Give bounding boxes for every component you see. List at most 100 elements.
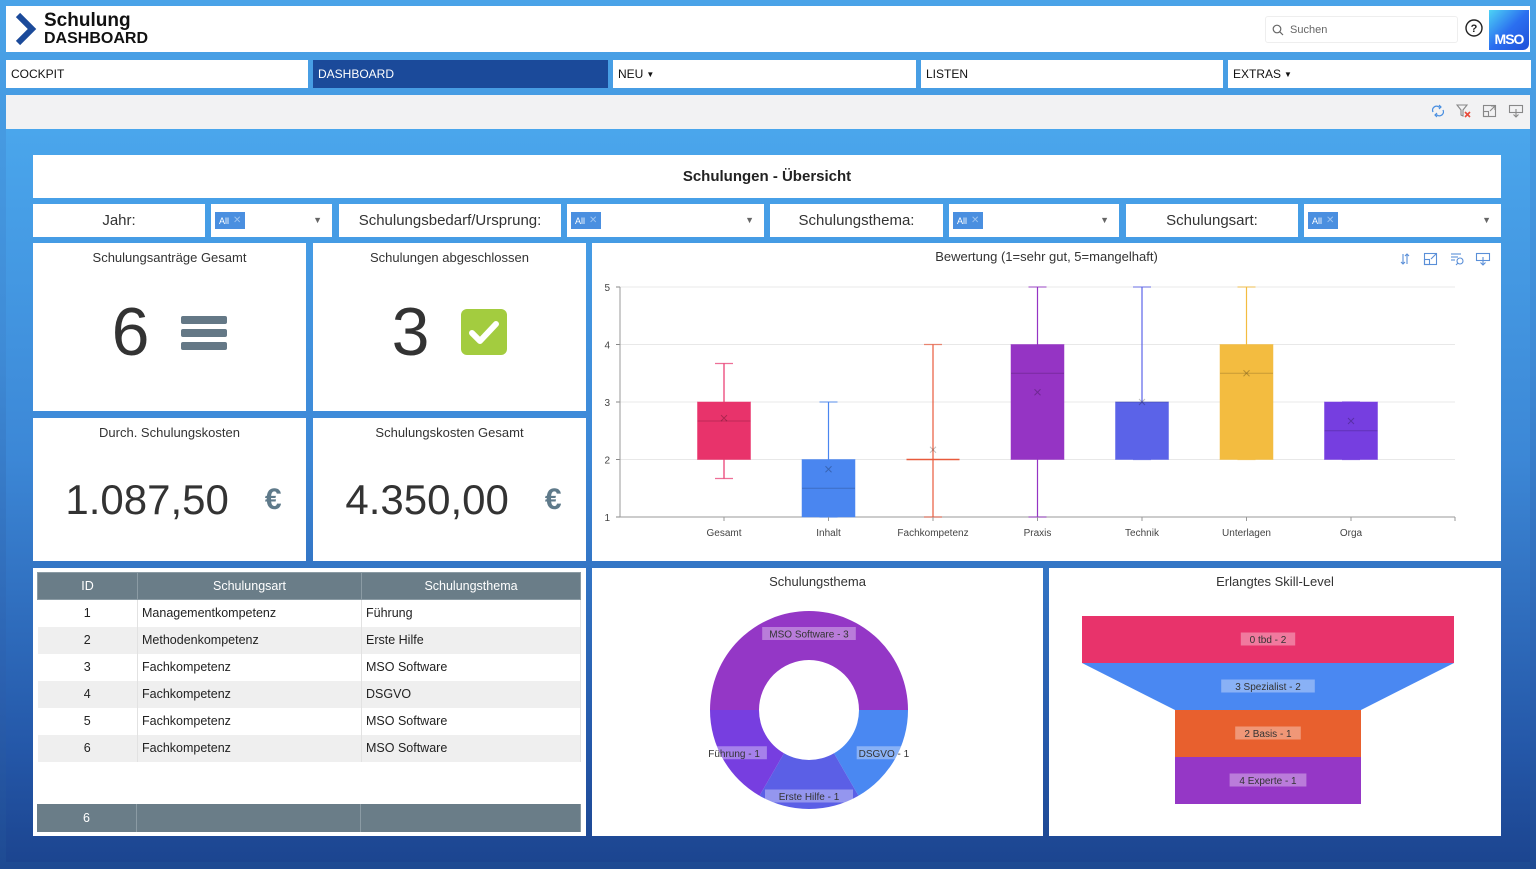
cell-schulungsart: Fachkompetenz	[137, 653, 362, 681]
refresh-icon[interactable]	[1430, 103, 1446, 119]
remove-chip-icon[interactable]: ✕	[1326, 215, 1334, 226]
column-header-schulungsthema[interactable]: Schulungsthema	[361, 572, 581, 600]
x-tick-label: Technik	[1125, 528, 1160, 539]
app-subtitle: DASHBOARD	[44, 29, 148, 47]
filter-jahr-select[interactable]: All ✕ ▼	[211, 204, 332, 237]
box-iqr	[1010, 344, 1065, 460]
export-icon[interactable]	[1508, 103, 1524, 119]
kpi-title: Schulungsanträge Gesamt	[92, 250, 247, 265]
list-icon	[181, 316, 228, 350]
x-tick-label: Gesamt	[706, 528, 741, 539]
x-tick-label: Inhalt	[816, 528, 841, 539]
euro-icon: €	[544, 483, 562, 516]
kpi-value: 4.350,00	[345, 476, 509, 523]
nav-label: COCKPIT	[11, 67, 65, 81]
remove-chip-icon[interactable]: ✕	[589, 215, 597, 226]
filter-schulungsart-select[interactable]: All ✕ ▼	[1304, 204, 1501, 237]
box-inhalt[interactable]	[801, 401, 856, 518]
table-row[interactable]: 1 Managementkompetenz Führung	[37, 599, 581, 627]
box-praxis[interactable]	[1010, 286, 1065, 518]
nav-label: DASHBOARD	[318, 67, 395, 81]
box-fachkompetenz[interactable]	[906, 343, 960, 518]
kpi-value: 1.087,50	[65, 476, 229, 523]
main-nav: COCKPIT DASHBOARD NEU ▼ LISTEN EXTRAS ▼	[6, 60, 1531, 88]
cell-schulungsthema: MSO Software	[361, 734, 581, 762]
boxplot-chart: 1 2 3 4 5 Gesamt Inhalt Fachkompetenz Praxis Tech…	[604, 283, 1456, 539]
dropdown-arrow-icon[interactable]: ▼	[1482, 215, 1491, 225]
table-footer: 6	[37, 804, 581, 832]
table-row[interactable]: 2 Methodenkompetenz Erste Hilfe	[37, 626, 581, 654]
app-title: Schulung	[44, 9, 131, 31]
filter-label-schulungsthema: Schulungsthema:	[770, 204, 943, 237]
y-tick-label: 2	[604, 456, 610, 467]
clear-filter-icon[interactable]	[1456, 103, 1472, 119]
slice-label: DSGVO - 1	[859, 749, 910, 760]
stage-label: 3 Spezialist - 2	[1235, 682, 1301, 693]
nav-item-extras[interactable]: EXTRAS ▼	[1228, 60, 1531, 88]
x-tick-label: Praxis	[1024, 528, 1052, 539]
funnel-chart: 0 tbd - 2 3 Spezialist - 2 2 Basis - 1 4 Ex…	[1082, 616, 1454, 804]
box-technik[interactable]	[1115, 286, 1169, 461]
table-row[interactable]: 3 Fachkompetenz MSO Software	[37, 653, 581, 681]
footer-cell	[361, 804, 581, 832]
y-tick-label: 1	[604, 513, 610, 524]
table-row[interactable]: 6 Fachkompetenz MSO Software	[37, 734, 581, 762]
filter-label-schulungsart: Schulungsart:	[1126, 204, 1298, 237]
app-header: Schulung DASHBOARD Suchen ? MSO	[6, 6, 1530, 52]
column-header-schulungsart[interactable]: Schulungsart	[137, 572, 362, 600]
dropdown-arrow-icon[interactable]: ▼	[313, 215, 322, 225]
nav-item-cockpit[interactable]: COCKPIT	[6, 60, 308, 88]
x-tick-label: Orga	[1340, 528, 1363, 539]
nav-label: EXTRAS	[1233, 67, 1282, 81]
schulungen-table: ID Schulungsart Schulungsthema 1 Manageme…	[37, 572, 581, 762]
expand-icon[interactable]	[1482, 103, 1498, 119]
remove-chip-icon[interactable]: ✕	[971, 215, 979, 226]
cell-schulungsart: Managementkompetenz	[137, 599, 362, 627]
dropdown-arrow-icon[interactable]: ▼	[1100, 215, 1109, 225]
x-tick-label: Fachkompetenz	[897, 528, 968, 539]
stage-label: 2 Basis - 1	[1244, 729, 1292, 740]
kpi-title: Durch. Schulungskosten	[99, 425, 240, 440]
chip-label: All	[1312, 215, 1323, 226]
nav-item-listen[interactable]: LISTEN	[921, 60, 1223, 88]
box-orga[interactable]	[1324, 401, 1378, 461]
filter-schulungsthema-select[interactable]: All ✕ ▼	[949, 204, 1119, 237]
y-tick-label: 4	[604, 341, 610, 352]
cell-id: 1	[37, 599, 138, 627]
kpi-schulungen-abgeschlossen: Schulungen abgeschlossen 3	[313, 243, 586, 411]
donut-slice-mso-software[interactable]	[710, 611, 908, 710]
cell-schulungsthema: DSGVO	[361, 680, 581, 708]
box-unterlagen[interactable]	[1219, 286, 1274, 461]
filter-chip: All ✕	[953, 212, 984, 229]
footer-count: 6	[37, 804, 137, 832]
check-icon	[461, 309, 508, 355]
cell-schulungsart: Fachkompetenz	[137, 734, 362, 762]
remove-chip-icon[interactable]: ✕	[233, 215, 241, 226]
cell-schulungsthema: Erste Hilfe	[361, 626, 581, 654]
stage-label: 4 Experte - 1	[1239, 776, 1297, 787]
x-tick-label: Unterlagen	[1222, 528, 1271, 539]
table-row[interactable]: 5 Fachkompetenz MSO Software	[37, 707, 581, 735]
kpi-value: 3	[391, 294, 430, 370]
dashboard-toolbar	[6, 95, 1530, 129]
cell-schulungsart: Fachkompetenz	[137, 707, 362, 735]
footer-cell	[137, 804, 361, 832]
filter-schulungsbedarf-select[interactable]: All ✕ ▼	[567, 204, 764, 237]
slice-label: MSO Software - 3	[769, 630, 849, 641]
help-icon[interactable]: ?	[1465, 19, 1483, 37]
search-input[interactable]: Suchen	[1265, 16, 1458, 43]
search-placeholder: Suchen	[1290, 23, 1328, 36]
svg-text:?: ?	[1471, 23, 1478, 35]
table-row[interactable]: 4 Fachkompetenz DSGVO	[37, 680, 581, 708]
box-gesamt[interactable]	[697, 362, 751, 480]
nav-item-dashboard[interactable]: DASHBOARD	[313, 60, 608, 88]
kpi-durch-schulungskosten: Durch. Schulungskosten 1.087,50 €	[33, 418, 306, 561]
column-header-id[interactable]: ID	[37, 572, 138, 600]
caret-down-icon: ▼	[1284, 69, 1292, 79]
nav-item-neu[interactable]: NEU ▼	[613, 60, 916, 88]
filter-chip: All ✕	[1308, 212, 1339, 229]
kpi-value: 6	[111, 294, 150, 370]
kpi-title: Schulungen abgeschlossen	[369, 250, 529, 265]
box-iqr	[697, 401, 751, 460]
dropdown-arrow-icon[interactable]: ▼	[745, 215, 754, 225]
